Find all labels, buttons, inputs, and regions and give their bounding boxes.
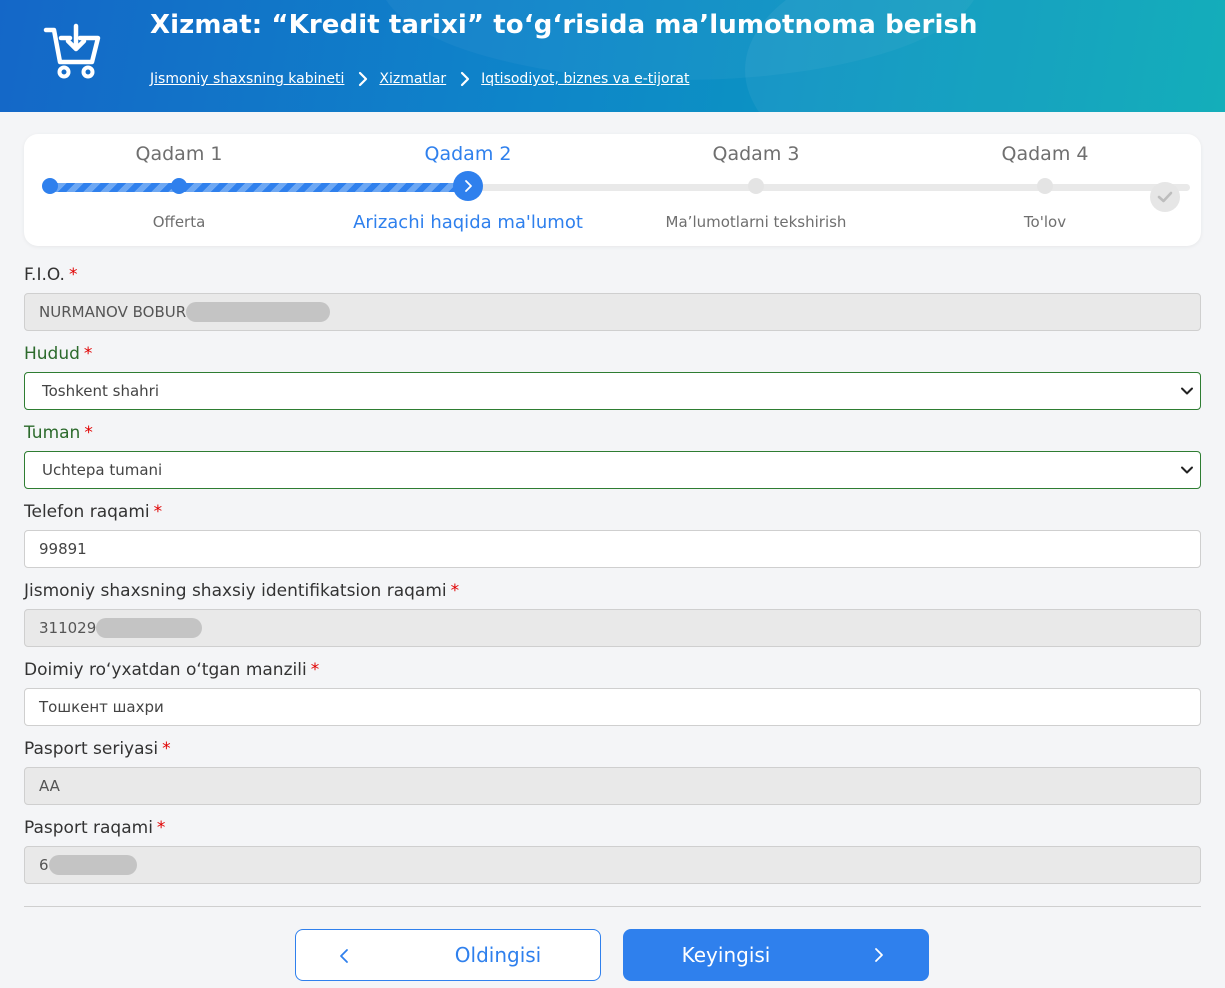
step-1-title: Qadam 1 xyxy=(135,143,223,165)
form-divider xyxy=(24,906,1201,907)
step-3-subtitle: Ma’lumotlarni tekshirish xyxy=(665,213,847,231)
next-button[interactable]: Keyingisi xyxy=(623,929,929,981)
jshshir-field: 311029 xyxy=(24,609,1201,647)
page-title: Xizmat: “Kredit tarixi” to‘g‘risida ma’l… xyxy=(150,10,978,40)
pasport-seriya-label: Pasport seriyasi * xyxy=(24,739,171,759)
step-2-dot xyxy=(453,171,483,201)
step-3-dot xyxy=(748,178,764,194)
tuman-select[interactable]: Uchtepa tumani xyxy=(24,451,1201,489)
page-header: Xizmat: “Kredit tarixi” to‘g‘risida ma’l… xyxy=(0,0,1225,112)
step-2-title: Qadam 2 xyxy=(424,143,512,165)
cart-download-icon xyxy=(43,23,101,79)
stepper-start-dot xyxy=(42,178,58,194)
required-mark: * xyxy=(84,423,93,443)
step-4-dot xyxy=(1037,178,1053,194)
pasport-raqam-field: 6 xyxy=(24,846,1201,884)
redacted-blur xyxy=(48,855,137,875)
required-mark: * xyxy=(162,739,171,759)
step-1-subtitle: Offerta xyxy=(152,213,206,231)
chevron-right-icon xyxy=(875,948,883,962)
previous-button[interactable]: Oldingisi xyxy=(295,929,601,981)
fio-label: F.I.O. * xyxy=(24,265,78,285)
fio-field: NURMANOV BOBUR xyxy=(24,293,1201,331)
breadcrumb-services-link[interactable]: Xizmatlar xyxy=(379,71,446,87)
step-4-title: Qadam 4 xyxy=(1001,143,1089,165)
hudud-label: Hudud * xyxy=(24,344,93,364)
redacted-blur xyxy=(186,302,331,322)
redacted-blur xyxy=(96,618,203,638)
breadcrumb-economy-link[interactable]: Iqtisodiyot, biznes va e-tijorat xyxy=(481,71,689,87)
breadcrumb-cabinet-link[interactable]: Jismoniy shaxsning kabineti xyxy=(150,71,344,87)
telefon-input[interactable]: 99891 xyxy=(24,530,1201,568)
chevron-right-icon xyxy=(359,71,368,87)
manzil-value: Тошкент шахри xyxy=(39,698,164,716)
hudud-select[interactable]: Toshkent shahri xyxy=(24,372,1201,410)
step-1-dot xyxy=(171,178,187,194)
hudud-value: Toshkent shahri xyxy=(42,382,160,400)
pasport-raqam-value: 6 xyxy=(39,856,49,874)
tuman-value: Uchtepa tumani xyxy=(42,461,163,479)
breadcrumb: Jismoniy shaxsning kabineti Xizmatlar Iq… xyxy=(150,69,689,89)
jshshir-label: Jismoniy shaxsning shaxsiy identifikatsi… xyxy=(24,581,460,601)
step-3-title: Qadam 3 xyxy=(712,143,800,165)
required-mark: * xyxy=(153,502,163,522)
finish-check-icon xyxy=(1150,182,1180,212)
required-mark: * xyxy=(310,660,320,680)
step-2-subtitle: Arizachi haqida ma'lumot xyxy=(353,212,583,233)
required-mark: * xyxy=(83,344,93,364)
required-mark: * xyxy=(68,265,78,285)
required-mark: * xyxy=(450,581,460,601)
pasport-seriya-value: AA xyxy=(39,777,60,795)
manzil-input[interactable]: Тошкент шахри xyxy=(24,688,1201,726)
previous-button-label: Oldingisi xyxy=(454,943,542,967)
step-4-subtitle: To'lov xyxy=(1023,213,1067,231)
pasport-raqam-label: Pasport raqami * xyxy=(24,818,166,838)
chevron-down-icon xyxy=(1181,387,1193,395)
stepper: Qadam 1 Qadam 2 Qadam 3 Qadam 4 Offerta … xyxy=(24,134,1201,246)
fio-value: NURMANOV BOBUR xyxy=(39,303,187,321)
telefon-label: Telefon raqami * xyxy=(24,502,163,522)
chevron-right-icon xyxy=(465,180,472,192)
jshshir-value: 311029 xyxy=(39,619,97,637)
chevron-down-icon xyxy=(1181,466,1193,474)
pasport-seriya-field: AA xyxy=(24,767,1201,805)
manzil-label: Doimiy ro‘yxatdan o‘tgan manzili * xyxy=(24,660,320,680)
tuman-label: Tuman * xyxy=(24,423,93,443)
required-mark: * xyxy=(156,818,166,838)
telefon-value: 99891 xyxy=(39,540,87,558)
chevron-right-icon xyxy=(461,71,470,87)
stepper-progress xyxy=(50,183,466,192)
